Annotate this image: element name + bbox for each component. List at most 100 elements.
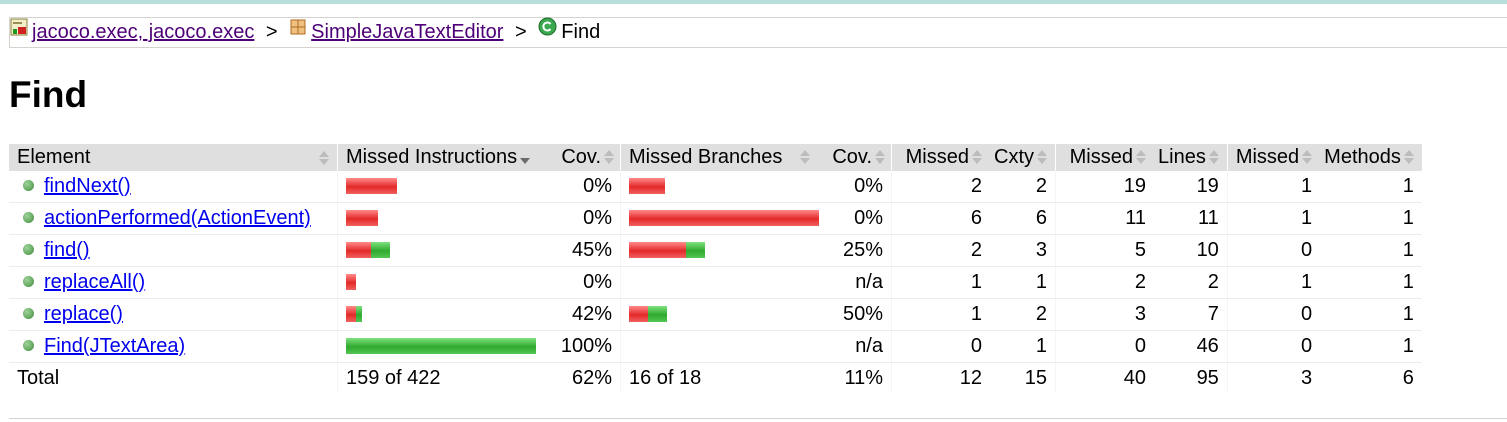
sort-icon[interactable] — [1208, 149, 1219, 164]
missed-bar-segment — [629, 241, 686, 258]
instruction-coverage-bar — [346, 305, 362, 322]
covered-bar-segment — [371, 241, 390, 258]
missed-methods: 0 — [1226, 234, 1317, 267]
sort-icon[interactable] — [800, 149, 811, 164]
element-cell: actionPerformed(ActionEvent) — [9, 202, 338, 235]
covered-bar-segment — [346, 337, 536, 354]
missed-bar-segment — [629, 305, 648, 322]
missed-lines: 2 — [1055, 266, 1150, 299]
method-link[interactable]: Find(JTextArea) — [44, 335, 185, 357]
method-link[interactable]: actionPerformed(ActionEvent) — [44, 207, 311, 229]
table-total-row: Total 159 of 422 62% 16 of 18 11% 12 15 … — [9, 362, 1422, 393]
covered-bar-segment — [648, 305, 667, 322]
instr-coverage: 42% — [544, 298, 621, 331]
sort-icon[interactable] — [1136, 149, 1146, 164]
missed-methods: 1 — [1226, 202, 1317, 235]
methods: 1 — [1316, 202, 1422, 235]
sort-icon[interactable] — [1302, 149, 1313, 164]
instruction-coverage-bar — [346, 273, 356, 290]
methods: 1 — [1316, 298, 1422, 331]
sort-desc-icon[interactable] — [520, 150, 531, 164]
instruction-bar-cell — [337, 298, 544, 331]
branch-coverage: 0% — [827, 202, 892, 235]
element-cell: replaceAll() — [9, 266, 338, 299]
header-lines[interactable]: Lines — [1150, 144, 1228, 171]
missed-lines: 11 — [1055, 202, 1150, 235]
sort-icon[interactable] — [972, 149, 982, 164]
header-methods[interactable]: Methods — [1316, 144, 1422, 171]
method-link[interactable]: replaceAll() — [44, 271, 145, 293]
breadcrumb-package-link[interactable]: SimpleJavaTextEditor — [311, 21, 503, 43]
report-icon — [10, 16, 28, 45]
missed-bar-segment — [346, 177, 397, 194]
branch-coverage-bar — [629, 241, 705, 258]
sort-icon[interactable] — [875, 149, 885, 164]
instruction-bar-cell — [337, 330, 544, 363]
breadcrumb: jacoco.exec, jacoco.exec > SimpleJavaTex… — [9, 17, 1507, 48]
method-link[interactable]: replace() — [44, 303, 123, 325]
element-cell: replace() — [9, 298, 338, 331]
instr-coverage: 100% — [544, 330, 621, 363]
missed-complexity: 1 — [891, 266, 986, 299]
branch-bar-cell — [620, 202, 827, 235]
element-cell: findNext() — [9, 171, 338, 203]
header-element[interactable]: Element — [9, 144, 338, 171]
coverage-table: Element Missed Instructions Cov. Missed … — [9, 144, 1422, 393]
missed-complexity: 2 — [891, 234, 986, 267]
header-instr-coverage[interactable]: Cov. — [544, 144, 621, 171]
branch-coverage-bar — [629, 305, 667, 322]
total-branch-coverage: 11% — [844, 366, 883, 389]
package-icon — [289, 16, 307, 45]
total-methods: 6 — [1402, 366, 1414, 389]
complexity: 2 — [986, 298, 1056, 331]
methods: 1 — [1316, 266, 1422, 299]
complexity: 3 — [986, 234, 1056, 267]
branch-coverage: n/a — [827, 330, 892, 363]
method-link[interactable]: find() — [44, 239, 90, 261]
lines: 7 — [1150, 298, 1228, 331]
lines: 19 — [1150, 171, 1228, 203]
total-missed-complexity: 12 — [891, 362, 986, 393]
total-instr-coverage: 62% — [571, 366, 612, 389]
breadcrumb-report-link[interactable]: jacoco.exec, jacoco.exec — [32, 21, 254, 43]
branch-coverage: 25% — [827, 234, 892, 267]
table-row: Find(JTextArea) 100% n/a 0 1 0 46 0 1 — [9, 330, 1422, 363]
header-missed-methods[interactable]: Missed — [1226, 144, 1317, 171]
sort-icon[interactable] — [604, 149, 614, 164]
header-missed-branches[interactable]: Missed Branches — [620, 144, 827, 171]
header-complexity[interactable]: Cxty — [986, 144, 1056, 171]
complexity: 2 — [986, 171, 1056, 203]
missed-bar-segment — [629, 177, 665, 194]
instr-coverage: 0% — [544, 266, 621, 299]
covered-bar-segment — [356, 305, 362, 322]
sort-icon[interactable] — [319, 151, 329, 165]
instruction-bar-cell — [337, 266, 544, 299]
total-lines: 95 — [1196, 366, 1219, 389]
total-missed-lines: 40 — [1055, 362, 1150, 393]
missed-lines: 19 — [1055, 171, 1150, 203]
instr-coverage: 0% — [544, 202, 621, 235]
lines: 11 — [1150, 202, 1228, 235]
sort-icon[interactable] — [1403, 149, 1414, 164]
methods: 1 — [1316, 234, 1422, 267]
element-cell: Find(JTextArea) — [9, 330, 338, 363]
method-link[interactable]: findNext() — [44, 175, 131, 197]
header-branch-coverage[interactable]: Cov. — [827, 144, 892, 171]
header-missed-instructions[interactable]: Missed Instructions — [337, 144, 544, 171]
sort-icon[interactable] — [1037, 149, 1047, 164]
element-cell: find() — [9, 234, 338, 267]
branch-bar-cell — [620, 234, 827, 267]
header-missed-complexity[interactable]: Missed — [891, 144, 986, 171]
missed-lines: 0 — [1055, 330, 1150, 363]
missed-methods: 0 — [1226, 330, 1317, 363]
branch-coverage-bar — [629, 177, 665, 194]
breadcrumb-separator: > — [515, 21, 527, 43]
instruction-bar-cell — [337, 202, 544, 235]
table-row: find() 45% 25% 2 3 5 10 0 1 — [9, 234, 1422, 267]
header-missed-lines[interactable]: Missed — [1055, 144, 1150, 171]
branch-coverage: n/a — [827, 266, 892, 299]
missed-lines: 5 — [1055, 234, 1150, 267]
table-row: actionPerformed(ActionEvent) 0% 0% 6 6 11 11 1 1 — [9, 202, 1422, 235]
breadcrumb-separator: > — [265, 21, 278, 43]
method-icon — [23, 276, 34, 288]
